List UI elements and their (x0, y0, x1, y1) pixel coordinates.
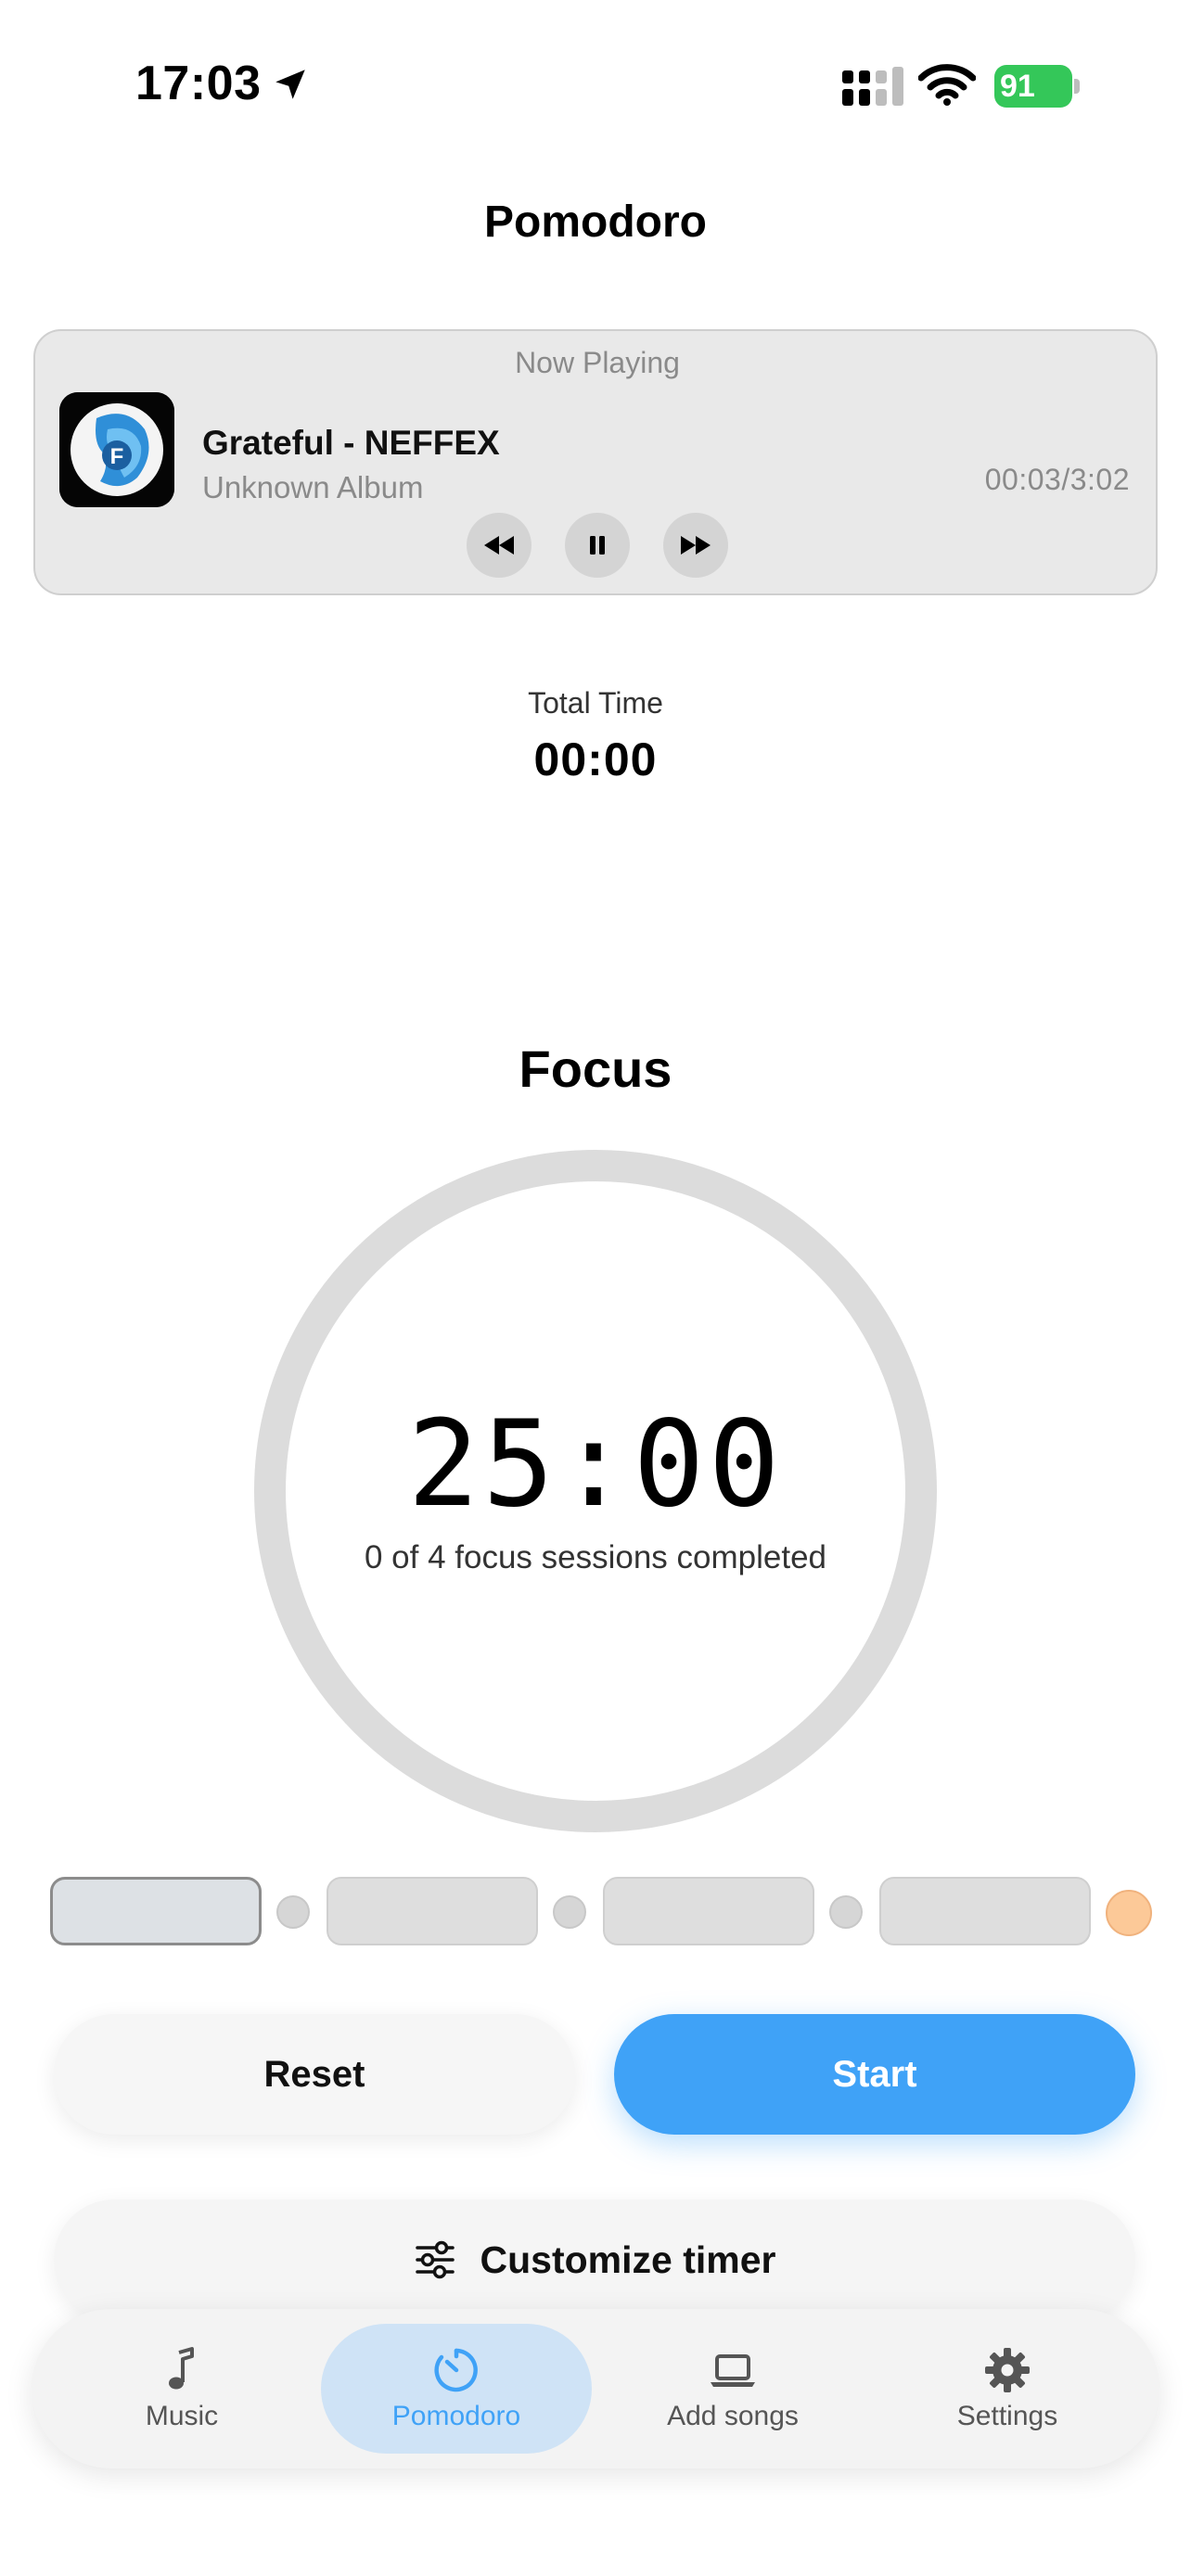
total-time-value: 00:00 (533, 733, 658, 785)
session-pill-3 (603, 1877, 814, 1945)
long-break-dot (1106, 1890, 1152, 1936)
tab-pomodoro[interactable]: Pomodoro (321, 2324, 592, 2454)
sliders-icon (415, 2240, 455, 2279)
pause-icon (590, 536, 605, 555)
status-bar: 17:03 91 (0, 0, 1191, 158)
tab-add-songs-label: Add songs (667, 2401, 799, 2431)
laptop-icon (711, 2354, 755, 2387)
customize-timer-label: Customize timer (480, 2238, 776, 2281)
timer-display: 25:00 (407, 1396, 784, 1534)
cellular-signal-icon (842, 67, 903, 106)
rewind-icon (484, 536, 514, 555)
gear-icon (985, 2348, 1030, 2392)
session-pill-1 (50, 1877, 262, 1945)
battery-indicator: 91 (994, 65, 1080, 108)
page-title: Pomodoro (484, 198, 707, 247)
tab-settings[interactable]: Settings (872, 2324, 1143, 2454)
now-playing-label: Now Playing (515, 346, 680, 379)
tab-music-label: Music (145, 2401, 219, 2431)
album-art: F (59, 392, 174, 507)
wifi-icon (918, 64, 976, 106)
sessions-completed-text: 0 of 4 focus sessions completed (364, 1539, 827, 1575)
now-playing-card[interactable]: Now Playing F Grateful - NEFFEX Unknown … (33, 329, 1158, 595)
reset-button[interactable]: Reset (54, 2014, 575, 2135)
track-title: Grateful - NEFFEX (202, 424, 500, 462)
svg-text:F: F (110, 444, 124, 469)
status-time: 17:03 (135, 57, 262, 110)
session-pill-2 (327, 1877, 538, 1945)
battery-tip (1074, 79, 1080, 94)
track-time: 00:03/3:02 (984, 463, 1130, 496)
session-pill-4 (879, 1877, 1091, 1945)
music-note-icon (169, 2347, 194, 2390)
customize-timer-button[interactable]: Customize timer (54, 2200, 1135, 2320)
track-album: Unknown Album (202, 470, 424, 504)
battery-level: 91 (1000, 69, 1035, 104)
rewind-button[interactable] (467, 513, 531, 578)
timer-icon (434, 2348, 478, 2392)
start-button[interactable]: Start (614, 2014, 1135, 2135)
short-break-dot-1 (276, 1895, 310, 1929)
tab-music[interactable]: Music (46, 2324, 317, 2454)
fast-forward-button[interactable] (663, 513, 728, 578)
pause-button[interactable] (565, 513, 630, 578)
short-break-dot-2 (553, 1895, 586, 1929)
short-break-dot-3 (829, 1895, 863, 1929)
album-art-image: F (59, 392, 174, 507)
tab-add-songs[interactable]: Add songs (597, 2324, 868, 2454)
total-time-label: Total Time (528, 686, 663, 720)
tab-bar: Music Pomodoro Add songs Settings (32, 2309, 1159, 2468)
tab-pomodoro-label: Pomodoro (391, 2401, 521, 2431)
fast-forward-icon (681, 536, 711, 555)
timer-mode-title: Focus (519, 1039, 672, 1098)
tab-settings-label: Settings (956, 2401, 1058, 2431)
location-arrow-icon (275, 70, 305, 99)
